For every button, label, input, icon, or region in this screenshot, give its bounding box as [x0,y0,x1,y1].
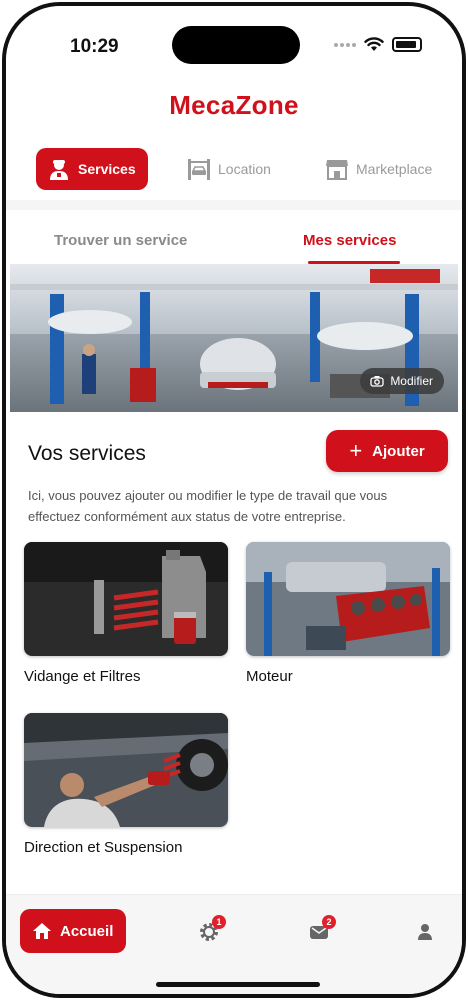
tab-my-services[interactable]: Mes services [303,232,396,249]
garage-banner-image: Modifier [10,264,458,412]
nav-home-button[interactable]: Accueil [20,909,126,953]
battery-icon [392,37,422,52]
status-time: 10:29 [70,36,119,57]
service-label: Vidange et Filtres [24,668,141,685]
add-service-button[interactable]: + Ajouter [326,430,448,472]
messages-badge: 2 [322,915,336,929]
status-bar: 10:29 [6,6,462,86]
modify-label: Modifier [390,374,433,388]
service-card-direction[interactable]: Direction et Suspension [24,713,228,856]
camera-icon [370,376,384,387]
service-label: Direction et Suspension [24,839,183,856]
nav-messages-button[interactable]: 2 [308,915,336,943]
store-icon [326,160,348,180]
service-card-vidange[interactable]: Vidange et Filtres [24,542,228,685]
mode-location-label: Location [218,161,271,177]
nav-profile-button[interactable] [414,921,436,943]
wifi-icon [364,37,384,51]
nav-settings-button[interactable]: 1 [198,915,226,943]
bottom-nav: Accueil 1 2 [6,894,462,994]
home-indicator [156,982,320,987]
user-icon [418,924,432,940]
suspension-image [24,713,228,827]
engine-image [246,542,450,656]
settings-badge: 1 [212,915,226,929]
mode-marketplace-button[interactable]: Marketplace [324,148,432,190]
screen: 10:29 MecaZone Services Location Marketp… [6,6,462,994]
divider [6,200,462,210]
tab-bar: Trouver un service Mes services [6,212,462,268]
oil-filters-image [24,542,228,656]
mode-services-button[interactable]: Services [36,148,148,190]
phone-frame: 10:29 MecaZone Services Location Marketp… [2,2,466,998]
mode-selector: Services Location Marketplace [36,148,432,192]
add-label: Ajouter [372,442,425,460]
tab-find-service[interactable]: Trouver un service [54,232,187,249]
service-label: Moteur [246,668,293,685]
signal-icon [334,42,356,47]
service-card-moteur[interactable]: Moteur [246,542,450,685]
section-title: Vos services [28,442,146,465]
car-lift-icon [188,159,210,180]
section-description: Ici, vous pouvez ajouter ou modifier le … [28,488,388,524]
mode-marketplace-label: Marketplace [356,161,433,177]
mechanic-icon [50,160,68,180]
dynamic-island [172,26,300,64]
plus-icon: + [349,438,363,463]
nav-home-label: Accueil [60,922,114,940]
status-icons [334,37,422,52]
mode-services-label: Services [78,161,136,177]
modify-banner-button[interactable]: Modifier [360,368,444,394]
home-icon [33,923,51,939]
mode-location-button[interactable]: Location [186,148,271,190]
app-brand: MecaZone [169,90,299,120]
